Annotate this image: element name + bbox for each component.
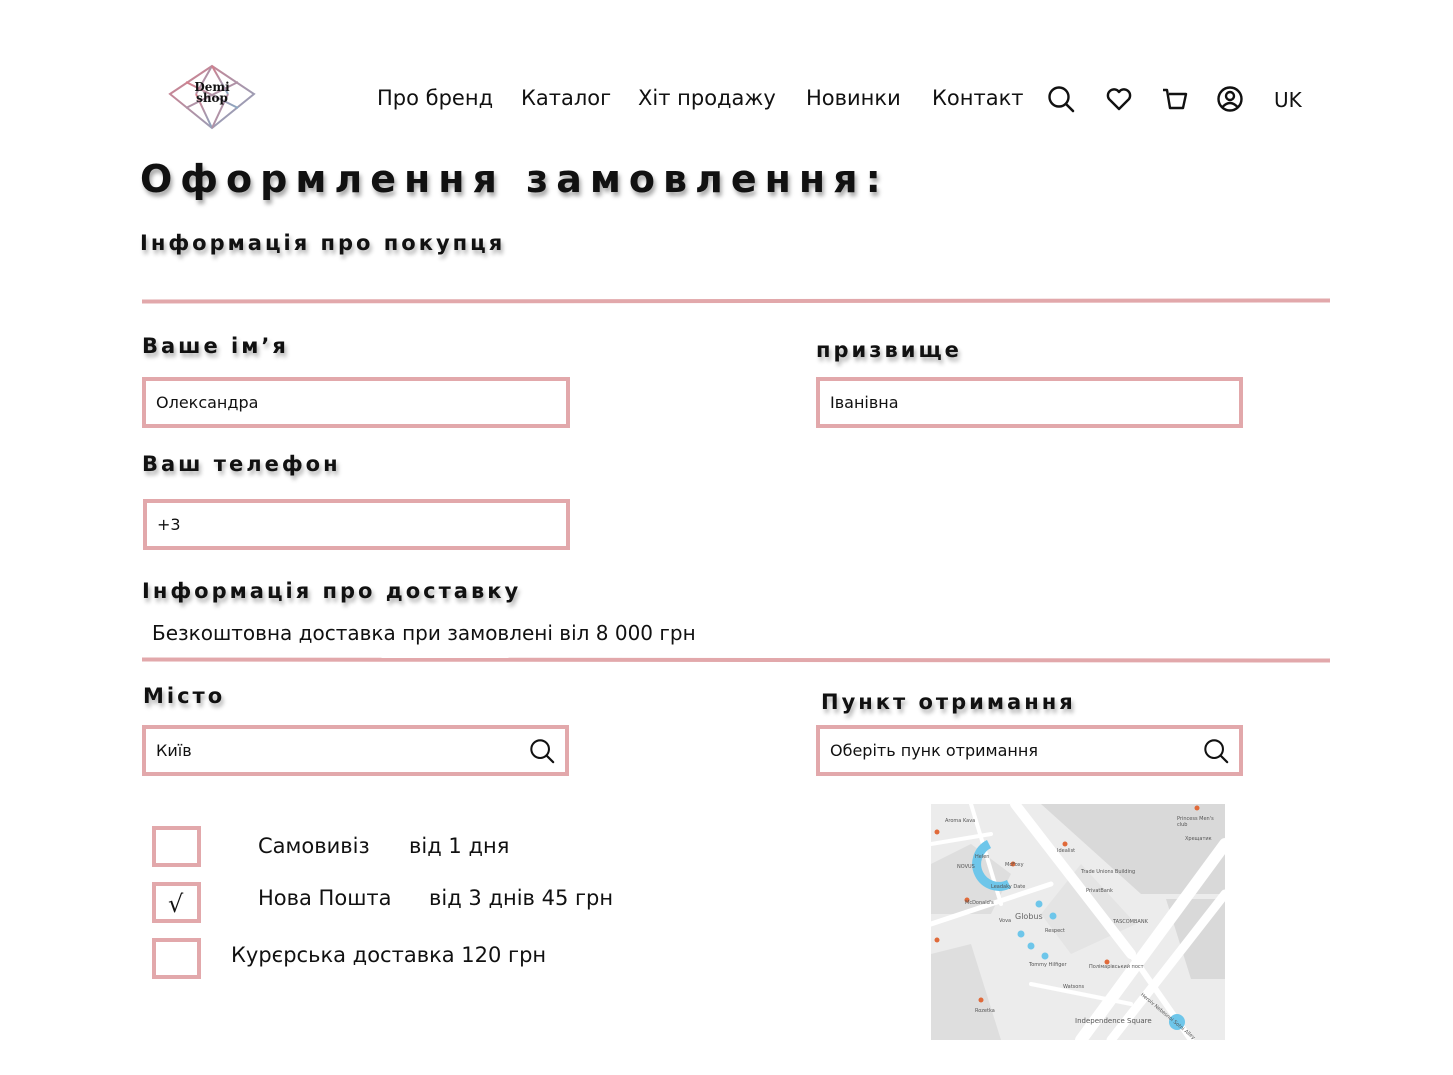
map-label: Rozetka xyxy=(975,1008,995,1014)
last-name-label: призвище xyxy=(816,338,962,362)
city-label: Місто xyxy=(143,684,226,708)
nav-new-arrivals[interactable]: Новинки xyxy=(806,86,901,110)
courier-checkbox[interactable] xyxy=(152,938,201,979)
self-pickup-detail: від 1 дня xyxy=(409,834,510,858)
map-label: McDonald's xyxy=(965,900,994,906)
nav-about-brand[interactable]: Про бренд xyxy=(377,86,493,110)
courier-label: Курєрська доставка 120 грн xyxy=(231,943,547,967)
self-pickup-label: Самовивіз xyxy=(258,834,370,858)
map-label: McFoxy xyxy=(1005,862,1024,868)
first-name-field[interactable]: Олександра xyxy=(142,377,570,428)
map-label: Vova xyxy=(999,918,1012,924)
nova-poshta-label: Нова Пошта xyxy=(258,886,392,910)
search-icon[interactable] xyxy=(1047,85,1075,113)
page-title: Оформлення замовлення: xyxy=(140,157,889,201)
city-field[interactable]: Київ xyxy=(142,725,569,776)
phone-label: Ваш телефон xyxy=(142,452,341,476)
search-icon[interactable] xyxy=(1203,738,1229,764)
cart-icon[interactable] xyxy=(1161,85,1189,113)
nova-poshta-checkbox[interactable]: √ xyxy=(152,882,201,923)
map-label: Хрещатик xyxy=(1185,836,1212,842)
map-label: Aroma Kava xyxy=(945,818,976,824)
phone-field[interactable]: +3 xyxy=(143,499,570,550)
check-mark-icon: √ xyxy=(168,890,184,918)
pickup-point-placeholder: Оберіть пунк отримання xyxy=(830,741,1038,760)
map-label: Полімарівський пост xyxy=(1089,964,1144,970)
delivery-info-heading: Інформація про доставку xyxy=(142,579,522,603)
map-label: Globus xyxy=(1015,912,1043,921)
map-label: Leadaky Date xyxy=(991,884,1026,890)
divider xyxy=(141,298,1331,304)
search-icon[interactable] xyxy=(529,738,555,764)
map-label: Princess Men's club xyxy=(1177,816,1214,828)
divider xyxy=(141,657,1331,663)
brand-logo[interactable]: Demi shop xyxy=(166,64,258,130)
last-name-value: Іванівна xyxy=(830,393,899,412)
phone-value: +3 xyxy=(157,515,181,534)
pickup-point-label: Пункт отримання xyxy=(821,690,1076,714)
map-label: Helen xyxy=(975,854,990,860)
logo-word-2: shop xyxy=(196,91,228,105)
language-switch[interactable]: UK xyxy=(1274,88,1302,112)
pickup-map[interactable]: Globus TASCOMBANK Trade Unions Building … xyxy=(931,804,1225,1040)
nav-contact[interactable]: Контакт xyxy=(932,86,1024,110)
buyer-info-heading: Інформація про покупця xyxy=(140,231,506,255)
map-label: TASCOMBANK xyxy=(1113,919,1148,925)
map-label: Trade Unions Building xyxy=(1081,869,1136,875)
map-label: Respect xyxy=(1045,928,1065,934)
map-canvas xyxy=(931,804,1225,1040)
pickup-point-field[interactable]: Оберіть пунк отримання xyxy=(816,725,1243,776)
map-label: Idealist xyxy=(1057,848,1076,854)
first-name-label: Ваше ім’я xyxy=(142,334,289,358)
nav-catalog[interactable]: Каталог xyxy=(521,86,611,110)
map-label: Independence Square xyxy=(1075,1017,1152,1025)
self-pickup-checkbox[interactable] xyxy=(152,826,201,867)
map-label: Watsons xyxy=(1063,984,1085,990)
account-icon[interactable] xyxy=(1216,85,1244,113)
city-value: Київ xyxy=(156,741,192,760)
map-label: Tommy Hilfiger xyxy=(1029,962,1067,968)
free-delivery-note: Безкоштовна доставка при замовлені віл 8… xyxy=(152,621,696,645)
heart-icon[interactable] xyxy=(1105,85,1133,113)
first-name-value: Олександра xyxy=(156,393,259,412)
nova-poshta-detail: від 3 днів 45 грн xyxy=(429,886,614,910)
nav-bestsellers[interactable]: Хіт продажу xyxy=(638,86,776,110)
map-label: PrivatBank xyxy=(1086,888,1113,894)
map-label: NOVUS xyxy=(957,864,975,870)
last-name-field[interactable]: Іванівна xyxy=(816,377,1243,428)
